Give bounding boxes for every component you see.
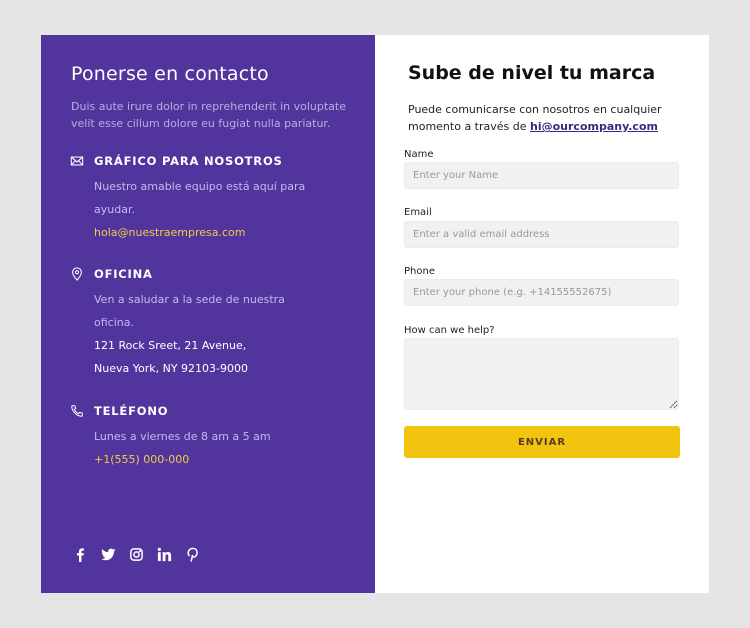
contact-title: Ponerse en contacto <box>71 63 269 85</box>
contact-form-panel: Sube de nivel tu marca Puede comunicarse… <box>375 35 709 593</box>
section-text: oficina. <box>94 316 134 329</box>
linkedin-icon[interactable] <box>156 545 172 563</box>
company-email-link[interactable]: hi@ourcompany.com <box>530 120 658 133</box>
section-title: GRÁFICO PARA NOSOTROS <box>94 154 283 168</box>
section-text: ayudar. <box>94 203 135 216</box>
section-text: Lunes a viernes de 8 am a 5 am <box>94 430 271 443</box>
phone-input[interactable] <box>404 279 679 306</box>
section-email: GRÁFICO PARA NOSOTROS Nuestro amable equ… <box>70 151 350 244</box>
section-phone: TELÉFONO Lunes a viernes de 8 am a 5 am … <box>70 401 350 471</box>
email-input[interactable] <box>404 221 679 248</box>
map-pin-icon <box>70 267 84 281</box>
section-text: Nuestro amable equipo está aquí para <box>94 180 306 193</box>
contact-card: Ponerse en contacto Duis aute irure dolo… <box>41 35 709 593</box>
mail-icon <box>70 154 84 168</box>
address-line: 121 Rock Sreet, 21 Avenue, <box>94 339 247 352</box>
facebook-icon[interactable] <box>72 545 88 563</box>
social-links <box>72 545 200 563</box>
form-title: Sube de nivel tu marca <box>408 62 656 84</box>
submit-button[interactable]: ENVIAR <box>404 426 680 458</box>
email-label: Email <box>404 207 432 218</box>
twitter-icon[interactable] <box>100 545 116 563</box>
section-title: OFICINA <box>94 267 153 281</box>
section-title: TELÉFONO <box>94 404 169 418</box>
message-label: How can we help? <box>404 325 495 336</box>
address-line: Nueva York, NY 92103-9000 <box>94 362 248 375</box>
contact-intro: Duis aute irure dolor in reprehenderit i… <box>71 100 346 130</box>
email-link[interactable]: hola@nuestraempresa.com <box>94 221 350 244</box>
message-textarea[interactable] <box>404 338 679 410</box>
section-office: OFICINA Ven a saludar a la sede de nuest… <box>70 264 350 380</box>
section-text: Ven a saludar a la sede de nuestra <box>94 293 285 306</box>
pinterest-icon[interactable] <box>184 545 200 563</box>
instagram-icon[interactable] <box>128 545 144 563</box>
name-label: Name <box>404 149 434 160</box>
phone-link[interactable]: +1(555) 000-000 <box>94 448 350 471</box>
contact-info-panel: Ponerse en contacto Duis aute irure dolo… <box>41 35 375 593</box>
name-input[interactable] <box>404 162 679 189</box>
phone-label: Phone <box>404 266 435 277</box>
phone-icon <box>70 404 84 418</box>
form-intro: Puede comunicarse con nosotros en cualqu… <box>408 101 668 135</box>
